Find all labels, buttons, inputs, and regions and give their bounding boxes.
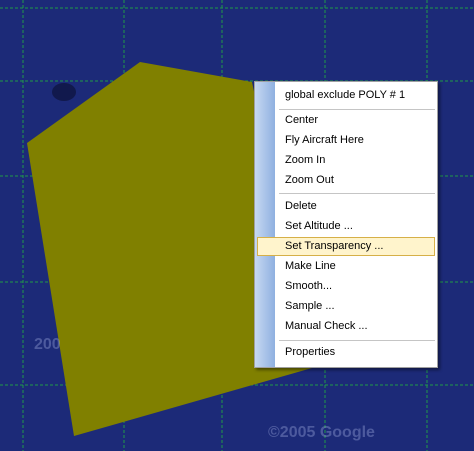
menu-item-sample[interactable]: Sample ... — [257, 297, 435, 316]
menu-separator — [279, 109, 435, 110]
menu-item-properties[interactable]: Properties — [257, 343, 435, 362]
menu-item-manual-check[interactable]: Manual Check ... — [257, 317, 435, 336]
menu-item-set-altitude[interactable]: Set Altitude ... — [257, 217, 435, 236]
menu-item-set-transparency[interactable]: Set Transparency ... — [257, 237, 435, 256]
map-copyright-watermark: ©2005 Google — [268, 424, 375, 441]
menu-item-polygon-title[interactable]: global exclude POLY # 1 — [257, 86, 435, 105]
menu-item-zoom-out[interactable]: Zoom Out — [257, 171, 435, 190]
menu-item-delete[interactable]: Delete — [257, 197, 435, 216]
menu-separator — [279, 340, 435, 341]
menu-item-fly-aircraft-here[interactable]: Fly Aircraft Here — [257, 131, 435, 150]
context-menu: global exclude POLY # 1 Center Fly Aircr… — [254, 81, 438, 368]
menu-separator — [279, 193, 435, 194]
menu-item-center[interactable]: Center — [257, 111, 435, 130]
menu-item-make-line[interactable]: Make Line — [257, 257, 435, 276]
menu-item-zoom-in[interactable]: Zoom In — [257, 151, 435, 170]
map-side-watermark: 200 — [34, 336, 61, 353]
menu-item-smooth[interactable]: Smooth... — [257, 277, 435, 296]
